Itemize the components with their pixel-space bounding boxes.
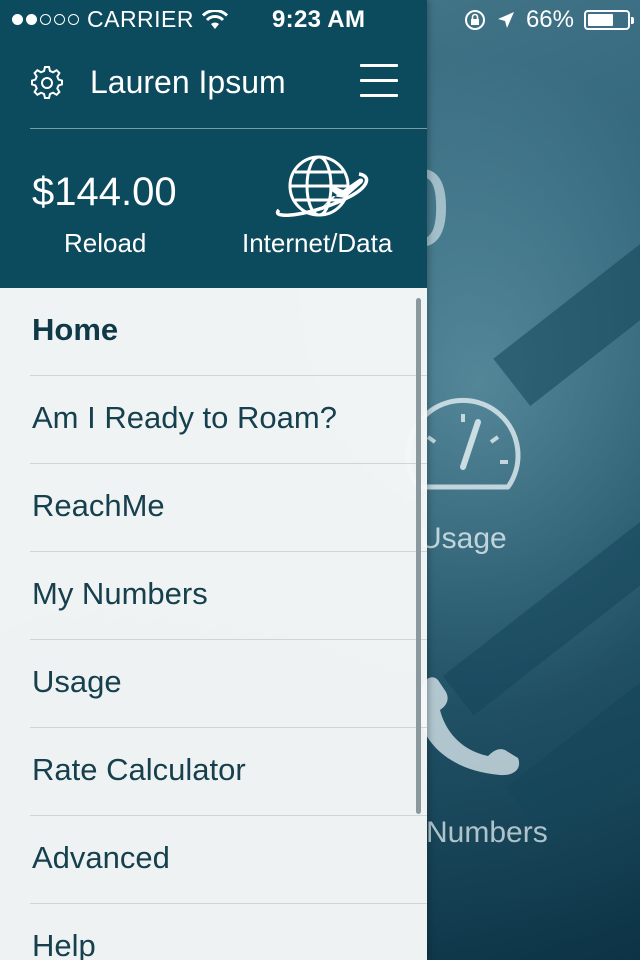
hamburger-icon[interactable] (360, 64, 398, 102)
menu-item-help[interactable]: Help (30, 904, 427, 960)
menu-item-label: Advanced (32, 840, 170, 875)
menu-item-label: Help (32, 928, 96, 960)
bg-decoration (493, 174, 640, 406)
header-divider (30, 128, 427, 129)
menu-item-label: Am I Ready to Roam? (32, 400, 337, 435)
menu-item-label: My Numbers (32, 576, 208, 611)
menu-item-advanced[interactable]: Advanced (30, 816, 427, 904)
globe-plane-icon (275, 155, 369, 218)
wifi-icon (202, 9, 229, 29)
menu-item-ready-to-roam[interactable]: Am I Ready to Roam? (30, 376, 427, 464)
drawer-menu: Home Am I Ready to Roam? ReachMe My Numb… (0, 288, 427, 960)
signal-strength-icon (12, 14, 79, 25)
menu-scrollbar[interactable] (416, 298, 421, 814)
bg-numbers-label: Numbers (426, 816, 548, 849)
status-bar: CARRIER 9:23 AM 66% (0, 0, 640, 40)
balance-amount: $144.00 (32, 170, 177, 214)
location-arrow-icon (497, 12, 514, 28)
battery-percent: 66% (525, 6, 574, 33)
status-time: 9:23 AM (272, 6, 366, 33)
reload-balance-button[interactable]: $144.00 Reload (0, 130, 213, 280)
battery-icon (584, 10, 634, 30)
menu-item-label: Rate Calculator (32, 752, 246, 787)
internet-data-label: Internet/Data (242, 228, 393, 258)
menu-item-my-numbers[interactable]: My Numbers (30, 552, 427, 640)
menu-item-reachme[interactable]: ReachMe (30, 464, 427, 552)
carrier-name: CARRIER (87, 6, 195, 32)
side-drawer: Lauren Ipsum $144.00 Reload Internet/Dat… (0, 0, 427, 960)
menu-item-label: ReachMe (32, 488, 165, 523)
gear-icon[interactable] (30, 66, 64, 100)
menu-item-label: Home (32, 312, 119, 347)
rotation-lock-icon (464, 10, 485, 30)
menu-item-usage[interactable]: Usage (30, 640, 427, 728)
reload-label: Reload (64, 228, 147, 258)
internet-data-button[interactable]: Internet/Data (235, 130, 427, 280)
menu-item-rate-calculator[interactable]: Rate Calculator (30, 728, 427, 816)
profile-row: Lauren Ipsum (0, 40, 427, 128)
drawer-header: Lauren Ipsum $144.00 Reload Internet/Dat… (0, 0, 427, 288)
username: Lauren Ipsum (90, 64, 286, 100)
menu-item-label: Usage (32, 664, 122, 699)
menu-item-home[interactable]: Home (30, 288, 427, 376)
bg-usage-label: Usage (420, 522, 507, 555)
